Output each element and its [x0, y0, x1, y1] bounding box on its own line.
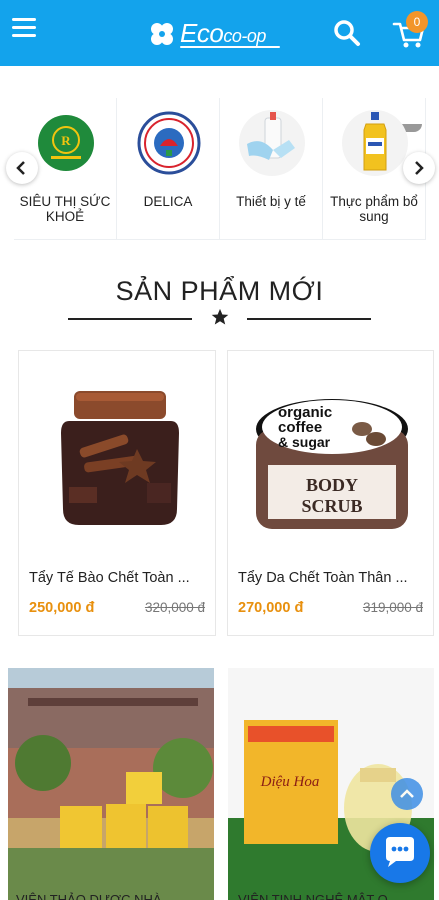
category-image: [239, 110, 305, 176]
category-image: [136, 110, 202, 176]
product-card[interactable]: Tẩy Tế Bào Chết Toàn ... 250,000 đ 320,0…: [18, 350, 216, 636]
slider-next-button[interactable]: [403, 152, 435, 184]
star-icon: [211, 308, 229, 325]
category-item[interactable]: DELICA: [117, 98, 220, 240]
product-name[interactable]: Tẩy Da Chết Toàn Thân ...: [238, 570, 422, 586]
chat-icon: [386, 837, 414, 867]
product-image: [61, 391, 179, 525]
image-label-scrub: SCRUB: [301, 496, 362, 516]
product-name[interactable]: VIÊN TINH NGHỆ MẬT O...: [238, 892, 399, 900]
logo[interactable]: Ecoco-op: [148, 14, 288, 54]
chat-button[interactable]: [370, 823, 430, 883]
product-card[interactable]: [8, 668, 214, 900]
product-name[interactable]: Tẩy Tế Bào Chết Toàn ...: [29, 570, 205, 586]
product-price: 270,000 đ: [238, 600, 304, 616]
menu-icon[interactable]: [12, 18, 38, 38]
image-label-dieu-hoa: Diệu Hoa: [260, 774, 320, 790]
category-slider: R SIÊU THỊ SỨC KHOẺ DELICA Thiết bị y tế…: [0, 66, 439, 246]
category-label: DELICA: [143, 194, 193, 209]
category-image: R: [33, 110, 99, 176]
logo-text: Ecoco-op: [180, 18, 266, 48]
scroll-top-button[interactable]: [391, 778, 423, 810]
chevron-right-icon: [415, 161, 424, 175]
product-price: 250,000 đ: [29, 600, 95, 616]
product-name[interactable]: VIÊN THẢO DƯỢC NHÀ...: [16, 892, 172, 900]
product-card[interactable]: organic coffee & sugar BODY SCRUB Tẩy Da…: [227, 350, 434, 636]
title-divider-right: [247, 318, 371, 320]
logo-mark-icon: [151, 23, 173, 45]
product-old-price: 319,000 đ: [362, 600, 423, 615]
image-label-sugar: & sugar: [278, 434, 331, 450]
image-label-body: BODY: [306, 475, 358, 495]
chevron-up-icon: [400, 789, 414, 798]
title-divider-left: [68, 318, 192, 320]
category-label: Thực phẩm bổ sung: [330, 194, 418, 224]
cart-badge: 0: [406, 11, 428, 33]
category-image: [342, 110, 408, 176]
chevron-left-icon: [16, 161, 25, 175]
product-image: [8, 668, 214, 900]
category-track: R SIÊU THỊ SỨC KHOẺ DELICA Thiết bị y tế…: [14, 98, 439, 240]
product-image: organic coffee & sugar BODY SCRUB: [256, 399, 408, 529]
section-title: SẢN PHẨM MỚI: [115, 276, 324, 306]
product-old-price: 320,000 đ: [144, 600, 205, 615]
logo-underline: [180, 46, 280, 48]
app-header: Ecoco-op 0: [0, 0, 439, 66]
category-label: SIÊU THỊ SỨC KHOẺ: [19, 194, 111, 224]
category-label: Thiết bị y tế: [236, 194, 306, 209]
svg-text:R: R: [61, 133, 71, 148]
search-icon[interactable]: [333, 19, 361, 47]
slider-prev-button[interactable]: [6, 152, 38, 184]
category-item[interactable]: Thiết bị y tế: [220, 98, 323, 240]
